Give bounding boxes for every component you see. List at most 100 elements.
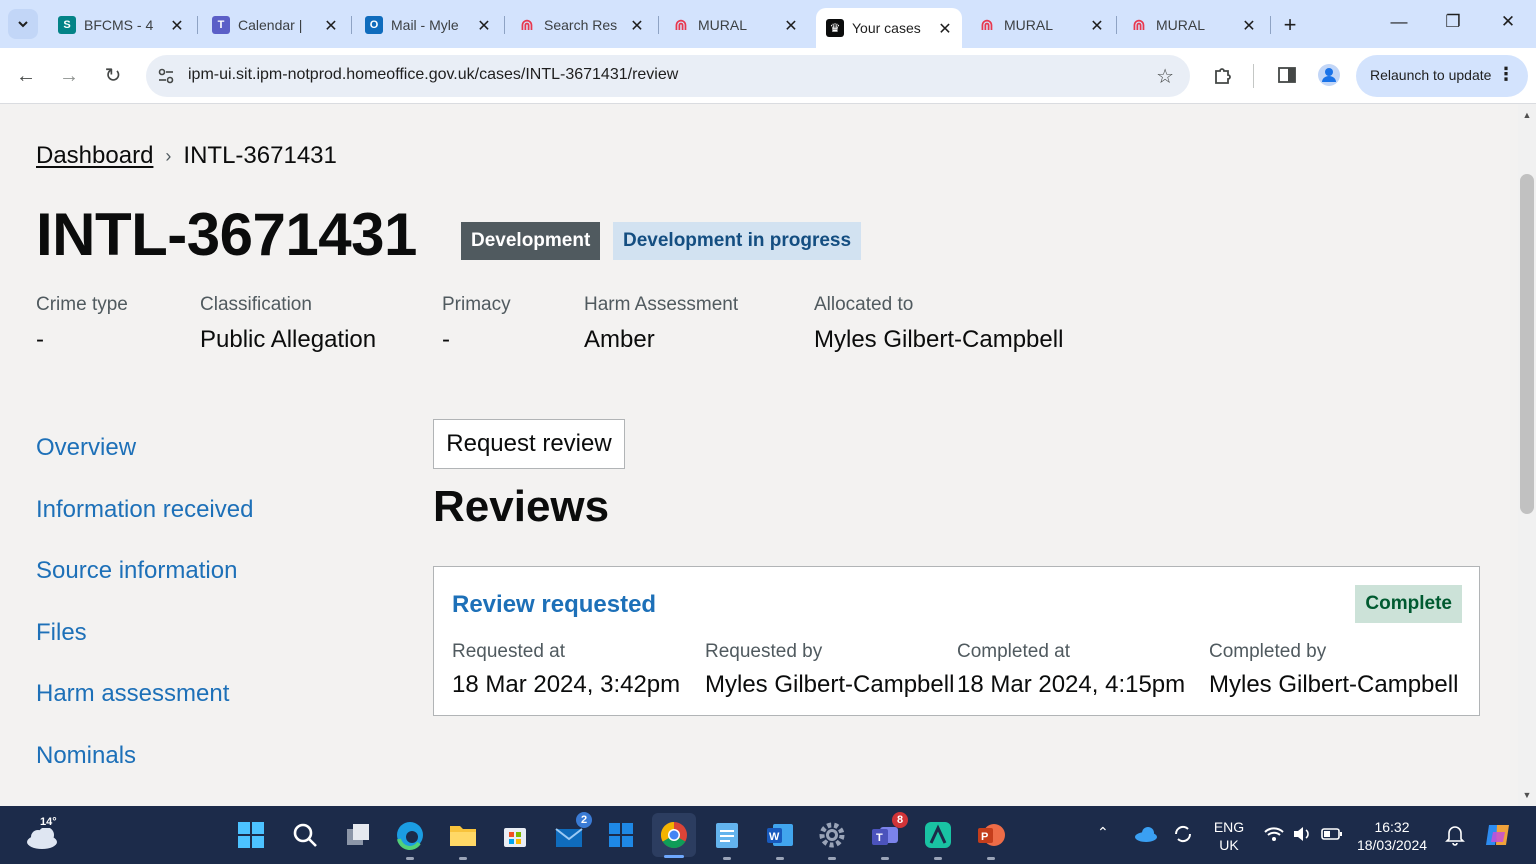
- url-text[interactable]: ipm-ui.sit.ipm-notprod.homeoffice.gov.uk…: [188, 66, 678, 84]
- forward-button[interactable]: →: [55, 62, 83, 90]
- taskbar-widgets[interactable]: [604, 818, 638, 852]
- language-indicator[interactable]: ENG UK: [1209, 818, 1249, 854]
- summary-label: Allocated to: [814, 294, 914, 315]
- close-icon[interactable]: ✕: [782, 16, 800, 36]
- battery-icon[interactable]: [1321, 826, 1343, 842]
- scroll-down-arrow-icon[interactable]: ▼: [1522, 790, 1532, 800]
- close-icon[interactable]: ✕: [1240, 16, 1258, 36]
- site-info-icon[interactable]: [156, 66, 176, 86]
- relaunch-update-button[interactable]: Relaunch to update ⋮: [1356, 55, 1528, 97]
- browser-toolbar: ← → ↻ ipm-ui.sit.ipm-notprod.homeoffice.…: [0, 48, 1536, 104]
- restore-button[interactable]: ❐: [1439, 12, 1467, 32]
- browser-tab[interactable]: ⋒ MURAL ✕: [1120, 8, 1266, 42]
- taskbar-mail[interactable]: 2: [552, 812, 592, 852]
- keyboard-layout: UK: [1219, 837, 1239, 853]
- side-panel-icon[interactable]: [1275, 63, 1299, 87]
- taskbar-settings[interactable]: [815, 818, 849, 860]
- window-close-button[interactable]: ✕: [1494, 12, 1522, 32]
- taskbar-store[interactable]: [498, 818, 532, 852]
- tab-divider: [1270, 16, 1271, 34]
- close-icon[interactable]: ✕: [936, 19, 954, 39]
- taskbar-powerpoint[interactable]: P: [974, 818, 1008, 860]
- active-indicator: [664, 855, 684, 858]
- start-button[interactable]: [234, 818, 268, 852]
- complete-status-tag: Complete: [1355, 585, 1462, 623]
- browser-tab[interactable]: O Mail - Myle ✕: [355, 8, 501, 42]
- browser-tab-active[interactable]: ♛ Your cases ✕: [816, 8, 962, 48]
- browser-tab[interactable]: ⋒ Search Res ✕: [508, 8, 654, 42]
- side-nav-nominals[interactable]: Nominals: [36, 742, 136, 770]
- close-icon[interactable]: ✕: [475, 16, 493, 36]
- clock[interactable]: 16:32 18/03/2024: [1354, 818, 1430, 854]
- side-nav-files[interactable]: Files: [36, 619, 87, 647]
- tab-search-button[interactable]: [8, 9, 38, 39]
- scroll-up-arrow-icon[interactable]: ▲: [1522, 110, 1532, 120]
- notepad-icon: [716, 823, 738, 848]
- taskbar-teams[interactable]: T 8: [868, 812, 908, 860]
- summary-label: Primacy: [442, 294, 511, 315]
- notification-bell-icon[interactable]: [1445, 824, 1465, 846]
- taskbar-word[interactable]: W: [763, 818, 797, 860]
- tab-divider: [351, 16, 352, 34]
- copilot-icon[interactable]: [1483, 820, 1513, 850]
- edge-icon: [397, 822, 423, 850]
- running-indicator: [934, 857, 942, 860]
- tab-divider: [504, 16, 505, 34]
- mail-badge: 2: [576, 812, 592, 828]
- browser-tab[interactable]: ⋒ MURAL ✕: [968, 8, 1114, 42]
- back-button[interactable]: ←: [12, 62, 40, 90]
- task-view-icon: [347, 824, 369, 845]
- windows-logo-icon: [238, 822, 264, 848]
- more-options-icon[interactable]: ⋮: [1497, 65, 1515, 83]
- request-review-button[interactable]: Request review: [433, 419, 625, 469]
- review-label: Completed at: [957, 641, 1071, 662]
- minimize-button[interactable]: —: [1385, 12, 1413, 32]
- running-indicator: [987, 857, 995, 860]
- taskbar-search-button[interactable]: [288, 818, 322, 852]
- reload-button[interactable]: ↻: [99, 62, 127, 90]
- taskbar-chrome[interactable]: [652, 813, 696, 858]
- review-value: 18 Mar 2024, 4:15pm: [957, 671, 1186, 698]
- taskbar-file-explorer[interactable]: [446, 818, 480, 860]
- chrome-icon: [660, 821, 687, 849]
- new-tab-button[interactable]: +: [1278, 12, 1302, 38]
- task-view-button[interactable]: [341, 818, 375, 852]
- close-icon[interactable]: ✕: [1088, 16, 1106, 36]
- review-label: Requested at: [452, 641, 566, 662]
- browser-tab[interactable]: ⋒ MURAL ✕: [662, 8, 808, 42]
- chevron-down-icon: [18, 21, 28, 28]
- taskbar-edge[interactable]: [393, 818, 427, 860]
- show-hidden-icons-chevron-icon[interactable]: ⌃: [1097, 824, 1109, 841]
- sync-icon[interactable]: [1172, 823, 1194, 845]
- summary-label: Harm Assessment: [584, 294, 739, 315]
- wifi-icon[interactable]: [1263, 824, 1285, 844]
- close-icon[interactable]: ✕: [628, 16, 646, 36]
- running-indicator: [828, 857, 836, 860]
- close-icon[interactable]: ✕: [168, 16, 186, 36]
- tiles-icon: [609, 823, 633, 847]
- folder-icon: [450, 826, 476, 846]
- browser-tab[interactable]: S BFCMS - 4 ✕: [48, 8, 194, 42]
- browser-tab[interactable]: T Calendar | ✕: [202, 8, 348, 42]
- onedrive-icon[interactable]: [1134, 826, 1158, 842]
- tab-title: BFCMS - 4: [84, 17, 154, 33]
- taskbar-app-green[interactable]: [921, 818, 955, 860]
- side-nav-overview[interactable]: Overview: [36, 434, 136, 462]
- extensions-icon[interactable]: [1211, 63, 1235, 87]
- close-icon[interactable]: ✕: [322, 16, 340, 36]
- taskbar-notepad[interactable]: [710, 818, 744, 860]
- review-label: Completed by: [1209, 641, 1327, 662]
- page-scrollbar[interactable]: ▲ ▼: [1518, 104, 1536, 806]
- weather-widget[interactable]: 14°: [24, 816, 60, 852]
- address-bar[interactable]: ipm-ui.sit.ipm-notprod.homeoffice.gov.uk…: [146, 55, 1190, 97]
- bookmark-star-icon[interactable]: ☆: [1156, 64, 1174, 89]
- side-nav-source-information[interactable]: Source information: [36, 557, 237, 585]
- side-nav-information-received[interactable]: Information received: [36, 496, 253, 524]
- review-requested-by: Requested by Myles Gilbert-Campbell: [705, 641, 954, 699]
- breadcrumb-dashboard-link[interactable]: Dashboard: [36, 142, 153, 170]
- summary-crime-type: Crime type -: [36, 294, 128, 354]
- scrollbar-thumb[interactable]: [1520, 174, 1534, 514]
- side-nav-harm-assessment[interactable]: Harm assessment: [36, 680, 229, 708]
- profile-avatar-icon[interactable]: [1317, 63, 1341, 87]
- volume-icon[interactable]: [1291, 824, 1313, 844]
